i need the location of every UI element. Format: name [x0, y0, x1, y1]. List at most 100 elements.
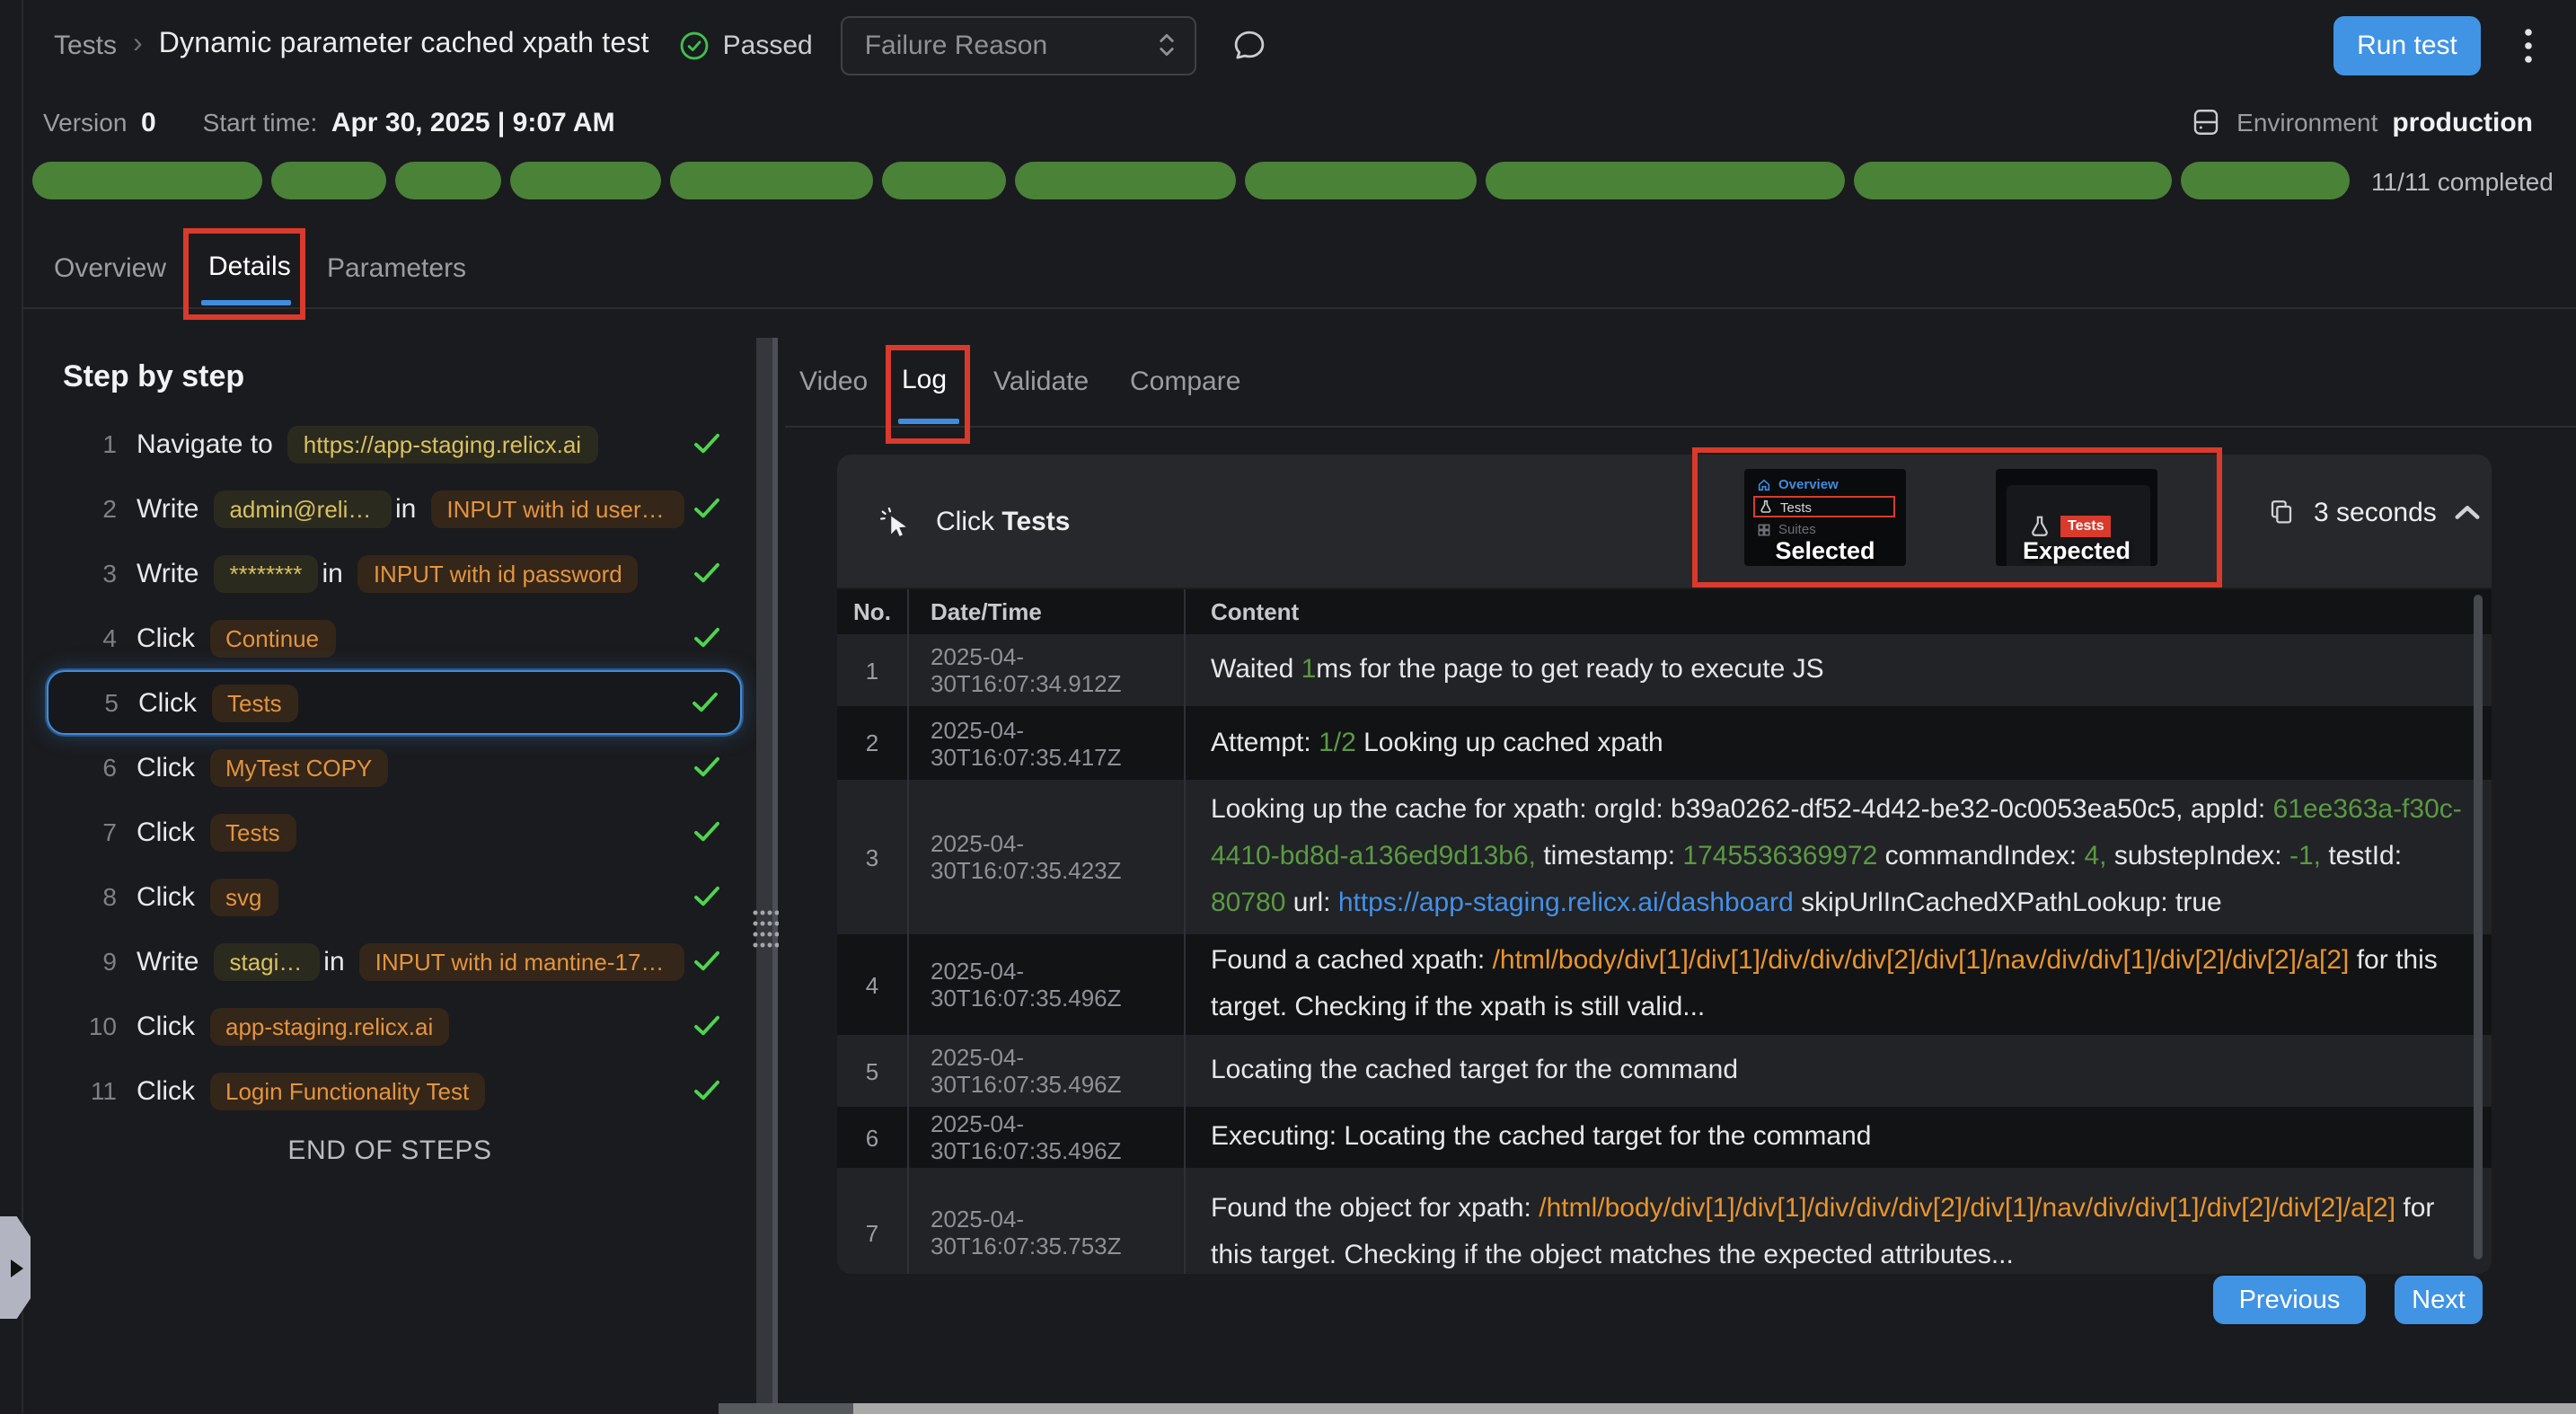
- cursor-click-icon: [878, 504, 913, 538]
- log-row-content: Executing: Locating the cached target fo…: [1186, 1103, 2492, 1171]
- log-text-segment: Executing: Locating the cached target fo…: [1211, 1121, 1871, 1152]
- run-test-button[interactable]: Run test: [2333, 15, 2481, 75]
- log-text-segment: timestamp:: [1543, 841, 1682, 871]
- horizontal-scrollbar-track[interactable]: [719, 1403, 853, 1414]
- step-row[interactable]: 1Navigate tohttps://app-staging.relicx.a…: [23, 411, 756, 476]
- step-row[interactable]: 3Write********inINPUT with id password: [23, 541, 756, 605]
- progress-segment: [1015, 162, 1236, 199]
- step-value-chip: staging: [213, 942, 320, 980]
- log-row[interactable]: 62025-04-30T16:07:35.496ZExecuting: Loca…: [837, 1107, 2492, 1168]
- log-row-timestamp: 2025-04-30T16:07:35.496Z: [909, 1035, 1186, 1107]
- step-row[interactable]: 8Clicksvg: [23, 864, 756, 929]
- log-row[interactable]: 42025-04-30T16:07:35.496ZFound a cached …: [837, 934, 2492, 1035]
- log-text-segment: Locating the cached target for the comma…: [1211, 1055, 1738, 1085]
- step-number: 6: [74, 753, 117, 782]
- step-row-selected[interactable]: 5ClickTests: [47, 670, 742, 735]
- steps-heading: Step by step: [63, 359, 756, 395]
- progress-segments: [32, 162, 2350, 199]
- log-text-segment: substepIndex:: [2114, 841, 2289, 871]
- step-number: 3: [74, 559, 117, 588]
- step-number: 1: [74, 429, 117, 458]
- log-row[interactable]: 32025-04-30T16:07:35.423ZLooking up the …: [837, 780, 2492, 934]
- comment-button[interactable]: [1231, 26, 1269, 64]
- log-text-segment: Looking up cached xpath: [1363, 727, 1663, 757]
- annotation-box-thumbnails: OverviewTestsSuites Selected Tests Expec…: [1692, 447, 2222, 588]
- step-row[interactable]: 4ClickContinue: [23, 605, 756, 670]
- tab-compare[interactable]: Compare: [1130, 367, 1240, 397]
- status-badge: Passed: [680, 30, 813, 60]
- log-text-segment: -1,: [2289, 841, 2328, 871]
- step-number: 2: [74, 494, 117, 523]
- step-target-chip: INPUT with id username: [430, 490, 684, 527]
- environment-value: production: [2392, 107, 2533, 137]
- step-target-chip: Tests: [209, 813, 296, 851]
- kebab-menu-icon[interactable]: [2524, 26, 2533, 64]
- log-rows: 12025-04-30T16:07:34.912ZWaited 1ms for …: [837, 634, 2492, 1274]
- step-target-chip: Continue: [209, 619, 335, 657]
- duration-group: 3 seconds: [2267, 485, 2482, 539]
- check-circle-icon: [680, 30, 710, 60]
- tab-video[interactable]: Video: [799, 367, 868, 397]
- next-button[interactable]: Next: [2395, 1276, 2483, 1324]
- log-text-segment: skipUrlInCachedXPathLookup: true: [1801, 888, 2222, 918]
- log-row[interactable]: 52025-04-30T16:07:35.496ZLocating the ca…: [837, 1035, 2492, 1107]
- step-row[interactable]: 10Clickapp-staging.relicx.ai: [23, 994, 756, 1058]
- environment-label: Environment: [2236, 108, 2378, 137]
- step-row[interactable]: 11ClickLogin Functionality Test: [23, 1058, 756, 1123]
- progress-segment: [1486, 162, 1845, 199]
- log-row[interactable]: 72025-04-30T16:07:35.753ZFound the objec…: [837, 1168, 2492, 1274]
- log-card: Click Tests No. Date/Time Content 12025-…: [837, 455, 2492, 1274]
- step-row[interactable]: 7ClickTests: [23, 800, 756, 864]
- sidebar-expand-button[interactable]: [0, 1216, 31, 1319]
- step-action: Write: [137, 493, 198, 524]
- log-table-header: No. Date/Time Content: [837, 588, 2492, 634]
- step-row[interactable]: 6ClickMyTest COPY: [23, 735, 756, 800]
- selected-element-thumbnail[interactable]: OverviewTestsSuites Selected: [1744, 469, 1906, 566]
- mini-nav-label: Suites: [1778, 521, 1816, 537]
- log-row-timestamp: 2025-04-30T16:07:34.912Z: [909, 634, 1186, 706]
- log-text-segment: https://app-staging.relicx.ai/dashboard: [1338, 888, 1801, 918]
- log-command-text: Click Tests: [936, 506, 1071, 536]
- horizontal-scrollbar-thumb[interactable]: [853, 1403, 2576, 1414]
- start-time-value: Apr 30, 2025 | 9:07 AM: [331, 107, 615, 137]
- expected-element-thumbnail[interactable]: Tests Expected: [1996, 469, 2157, 566]
- tab-validate[interactable]: Validate: [993, 367, 1089, 397]
- copy-icon[interactable]: [2267, 498, 2296, 526]
- tab-details-active-underline: [201, 300, 291, 305]
- log-scrollbar[interactable]: [2474, 595, 2483, 1259]
- log-text-segment: 80780: [1211, 888, 1293, 918]
- check-icon: [693, 562, 720, 584]
- failure-reason-select[interactable]: Failure Reason: [842, 15, 1197, 75]
- log-text-segment: Waited: [1211, 654, 1301, 685]
- tab-details[interactable]: Details: [208, 252, 291, 282]
- drag-handle-icon[interactable]: [751, 907, 778, 950]
- step-action: Write: [137, 946, 198, 977]
- chevron-up-down-icon: [1158, 31, 1178, 59]
- tab-log[interactable]: Log: [902, 365, 947, 395]
- log-command-header[interactable]: Click Tests: [837, 455, 2492, 588]
- tab-overview[interactable]: Overview: [54, 253, 166, 284]
- step-row[interactable]: 2Writeadmin@relicx.aiinINPUT with id use…: [23, 476, 756, 541]
- log-row[interactable]: 12025-04-30T16:07:34.912ZWaited 1ms for …: [837, 634, 2492, 706]
- step-row[interactable]: 9WritestaginginINPUT with id mantine-17z…: [23, 929, 756, 994]
- breadcrumb-tests[interactable]: Tests: [54, 30, 117, 60]
- duration-value: 3 seconds: [2314, 497, 2437, 527]
- breadcrumb-separator-icon: ›: [133, 29, 143, 61]
- log-text-segment: /html/body/div[1]/div[1]/div/div/div[2]/…: [1539, 1193, 2403, 1224]
- check-icon: [693, 627, 720, 649]
- previous-button[interactable]: Previous: [2213, 1276, 2366, 1324]
- log-row-number: 1: [837, 634, 909, 706]
- log-text-segment: commandIndex:: [1885, 841, 2085, 871]
- tab-log-active-underline: [898, 419, 959, 424]
- tab-parameters[interactable]: Parameters: [327, 253, 466, 284]
- panel-resizer[interactable]: [756, 338, 778, 1414]
- check-icon: [693, 498, 720, 519]
- mini-nav-label: Tests: [1780, 499, 1812, 515]
- log-row[interactable]: 22025-04-30T16:07:35.417ZAttempt: 1/2 Lo…: [837, 706, 2492, 780]
- log-row-content: Found the object for xpath: /html/body/d…: [1186, 1175, 2492, 1274]
- check-icon: [692, 692, 719, 713]
- step-value-chip: https://app-staging.relicx.ai: [287, 425, 597, 463]
- step-number: 11: [74, 1076, 117, 1105]
- step-number: 8: [74, 882, 117, 911]
- chevron-up-icon[interactable]: [2455, 503, 2482, 521]
